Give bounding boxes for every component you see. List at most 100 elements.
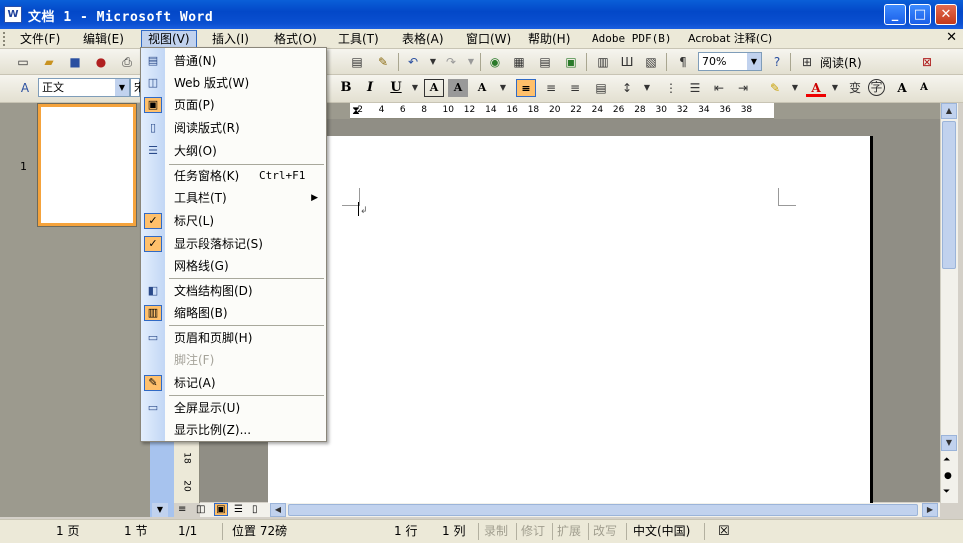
new-document-icon[interactable]: ▭: [14, 53, 32, 71]
save-icon[interactable]: ■: [66, 53, 84, 71]
font-color-dropdown-icon[interactable]: ▼: [826, 79, 844, 97]
increase-indent-icon[interactable]: ⇥: [734, 79, 752, 97]
menu-item-full-screen[interactable]: ▭ 全屏显示(U): [141, 397, 326, 419]
highlight-icon[interactable]: ✎: [766, 79, 784, 97]
grow-font-button[interactable]: A: [892, 79, 912, 97]
indent-marker-icon[interactable]: ⧗: [350, 103, 362, 119]
menu-item-gridlines[interactable]: 网格线(G): [141, 255, 326, 277]
menu-edit[interactable]: 编辑(E): [77, 30, 130, 48]
hyperlink-icon[interactable]: ◉: [486, 53, 504, 71]
normal-view-button-icon[interactable]: ≡: [178, 504, 186, 515]
italic-button[interactable]: I: [360, 79, 380, 97]
menu-item-thumbnails[interactable]: ▥ 缩略图(B): [141, 302, 326, 324]
chevron-down-icon[interactable]: ▼: [747, 53, 761, 70]
show-hide-icon[interactable]: ¶: [674, 53, 692, 71]
status-ovr[interactable]: 改写: [593, 523, 617, 540]
font-select[interactable]: 宋: [130, 78, 145, 97]
insert-table-icon[interactable]: ▤: [536, 53, 554, 71]
phonetic-guide-button[interactable]: 变: [846, 79, 864, 97]
char-scale-dropdown-icon[interactable]: ▼: [494, 79, 512, 97]
help-icon[interactable]: ?: [768, 53, 786, 71]
read-mode-icon[interactable]: ⊞: [798, 53, 816, 71]
redo-dropdown-icon[interactable]: ▼: [462, 53, 480, 71]
line-spacing-icon[interactable]: ↕: [618, 79, 636, 97]
menu-item-print-layout[interactable]: ▣ 页面(P): [141, 94, 326, 116]
outline-view-button-icon[interactable]: ☰: [234, 504, 243, 515]
menubar-grip[interactable]: [3, 32, 7, 46]
line-spacing-dropdown-icon[interactable]: ▼: [638, 79, 656, 97]
page-thumbnail[interactable]: [37, 103, 137, 227]
reading-view-button-icon[interactable]: ▯: [252, 504, 258, 515]
menu-item-outline[interactable]: ☰ 大纲(O): [141, 140, 326, 162]
next-page-icon[interactable]: ⏷: [943, 487, 950, 497]
status-ext[interactable]: 扩展: [557, 523, 581, 540]
menu-view[interactable]: 视图(V): [141, 30, 197, 48]
horizontal-scrollbar[interactable]: ◀ ▶: [200, 503, 940, 517]
vertical-scrollbar[interactable]: ▲ ▼ ⏶ ● ⏷: [940, 103, 958, 503]
scroll-thumb[interactable]: [942, 121, 956, 269]
align-justify-button[interactable]: ≡: [516, 79, 536, 97]
menu-item-header-footer[interactable]: ▭ 页眉和页脚(H): [141, 327, 326, 349]
word-app-icon[interactable]: W: [4, 6, 22, 23]
close-document-icon[interactable]: ✕: [946, 30, 957, 45]
highlight-dropdown-icon[interactable]: ▼: [786, 79, 804, 97]
print-view-button-icon[interactable]: ▣: [214, 503, 228, 516]
menu-item-markup[interactable]: ✎ 标记(A): [141, 372, 326, 394]
numbering-icon[interactable]: ⋮: [662, 79, 680, 97]
paste-icon[interactable]: ▤: [348, 53, 366, 71]
spelling-status-icon[interactable]: ☒: [718, 523, 730, 540]
undo-icon[interactable]: ↶: [404, 53, 422, 71]
menu-item-paragraph-marks[interactable]: ✓ 显示段落标记(S): [141, 233, 326, 255]
menu-adobe-pdf[interactable]: Adobe PDF(B): [586, 30, 677, 48]
menu-acrobat-comments[interactable]: Acrobat 注释(C): [682, 30, 778, 48]
bold-button[interactable]: B: [336, 79, 356, 97]
columns-icon[interactable]: ▥: [594, 53, 612, 71]
menu-window[interactable]: 窗口(W): [460, 30, 517, 48]
insert-excel-icon[interactable]: ▣: [562, 53, 580, 71]
previous-page-icon[interactable]: ⏶: [943, 455, 950, 465]
format-painter-icon[interactable]: ✎: [374, 53, 392, 71]
scroll-left-icon[interactable]: ◀: [270, 503, 286, 517]
underline-button[interactable]: U: [386, 79, 406, 97]
chevron-down-icon[interactable]: ▼: [115, 79, 129, 96]
chevron-down-icon[interactable]: ▼: [152, 503, 168, 517]
underline-dropdown-icon[interactable]: ▼: [406, 79, 424, 97]
scroll-down-icon[interactable]: ▼: [941, 435, 957, 451]
status-trk[interactable]: 修订: [521, 523, 545, 540]
menu-item-toolbars[interactable]: 工具栏(T) ▶: [141, 187, 326, 209]
menu-help[interactable]: 帮助(H): [522, 30, 576, 48]
scroll-right-icon[interactable]: ▶: [922, 503, 938, 517]
bullets-icon[interactable]: ☰: [686, 79, 704, 97]
minimize-button[interactable]: _: [884, 4, 906, 25]
align-right-icon[interactable]: ≡: [566, 79, 584, 97]
maximize-button[interactable]: □: [909, 4, 931, 25]
menu-item-reading-layout[interactable]: ▯ 阅读版式(R): [141, 117, 326, 139]
char-scale-button[interactable]: A: [472, 79, 492, 97]
web-view-button-icon[interactable]: ◫: [196, 504, 205, 515]
document-page[interactable]: ↲: [268, 136, 873, 503]
menu-item-web-layout[interactable]: ◫ Web 版式(W): [141, 72, 326, 94]
scroll-up-icon[interactable]: ▲: [941, 103, 957, 119]
close-button[interactable]: ✕: [935, 4, 957, 25]
distributed-icon[interactable]: ▤: [592, 79, 610, 97]
menu-item-normal[interactable]: ▤ 普通(N): [141, 50, 326, 72]
enclose-chars-button[interactable]: 字: [868, 79, 885, 96]
adobe-pdf-icon[interactable]: ⊠: [918, 53, 936, 71]
tables-borders-icon[interactable]: ▦: [510, 53, 528, 71]
menu-table[interactable]: 表格(A): [396, 30, 450, 48]
shrink-font-button[interactable]: A: [914, 79, 934, 97]
hscroll-thumb[interactable]: [288, 504, 918, 516]
permission-icon[interactable]: ●: [92, 53, 110, 71]
font-color-button[interactable]: A: [806, 79, 826, 97]
menu-insert[interactable]: 插入(I): [206, 30, 255, 48]
open-folder-icon[interactable]: ▰: [40, 53, 58, 71]
style-select[interactable]: 正文 ▼: [38, 78, 130, 97]
read-mode-label[interactable]: 阅读(R): [820, 54, 862, 71]
char-shading-button[interactable]: A: [448, 79, 468, 97]
menu-item-task-pane[interactable]: 任务窗格(K) Ctrl+F1: [141, 165, 326, 187]
menu-item-document-map[interactable]: ◧ 文档结构图(D): [141, 280, 326, 302]
menu-item-ruler[interactable]: ✓ 标尺(L): [141, 210, 326, 232]
align-center-icon[interactable]: ≡: [542, 79, 560, 97]
redo-icon[interactable]: ↷: [442, 53, 460, 71]
menu-format[interactable]: 格式(O): [268, 30, 323, 48]
